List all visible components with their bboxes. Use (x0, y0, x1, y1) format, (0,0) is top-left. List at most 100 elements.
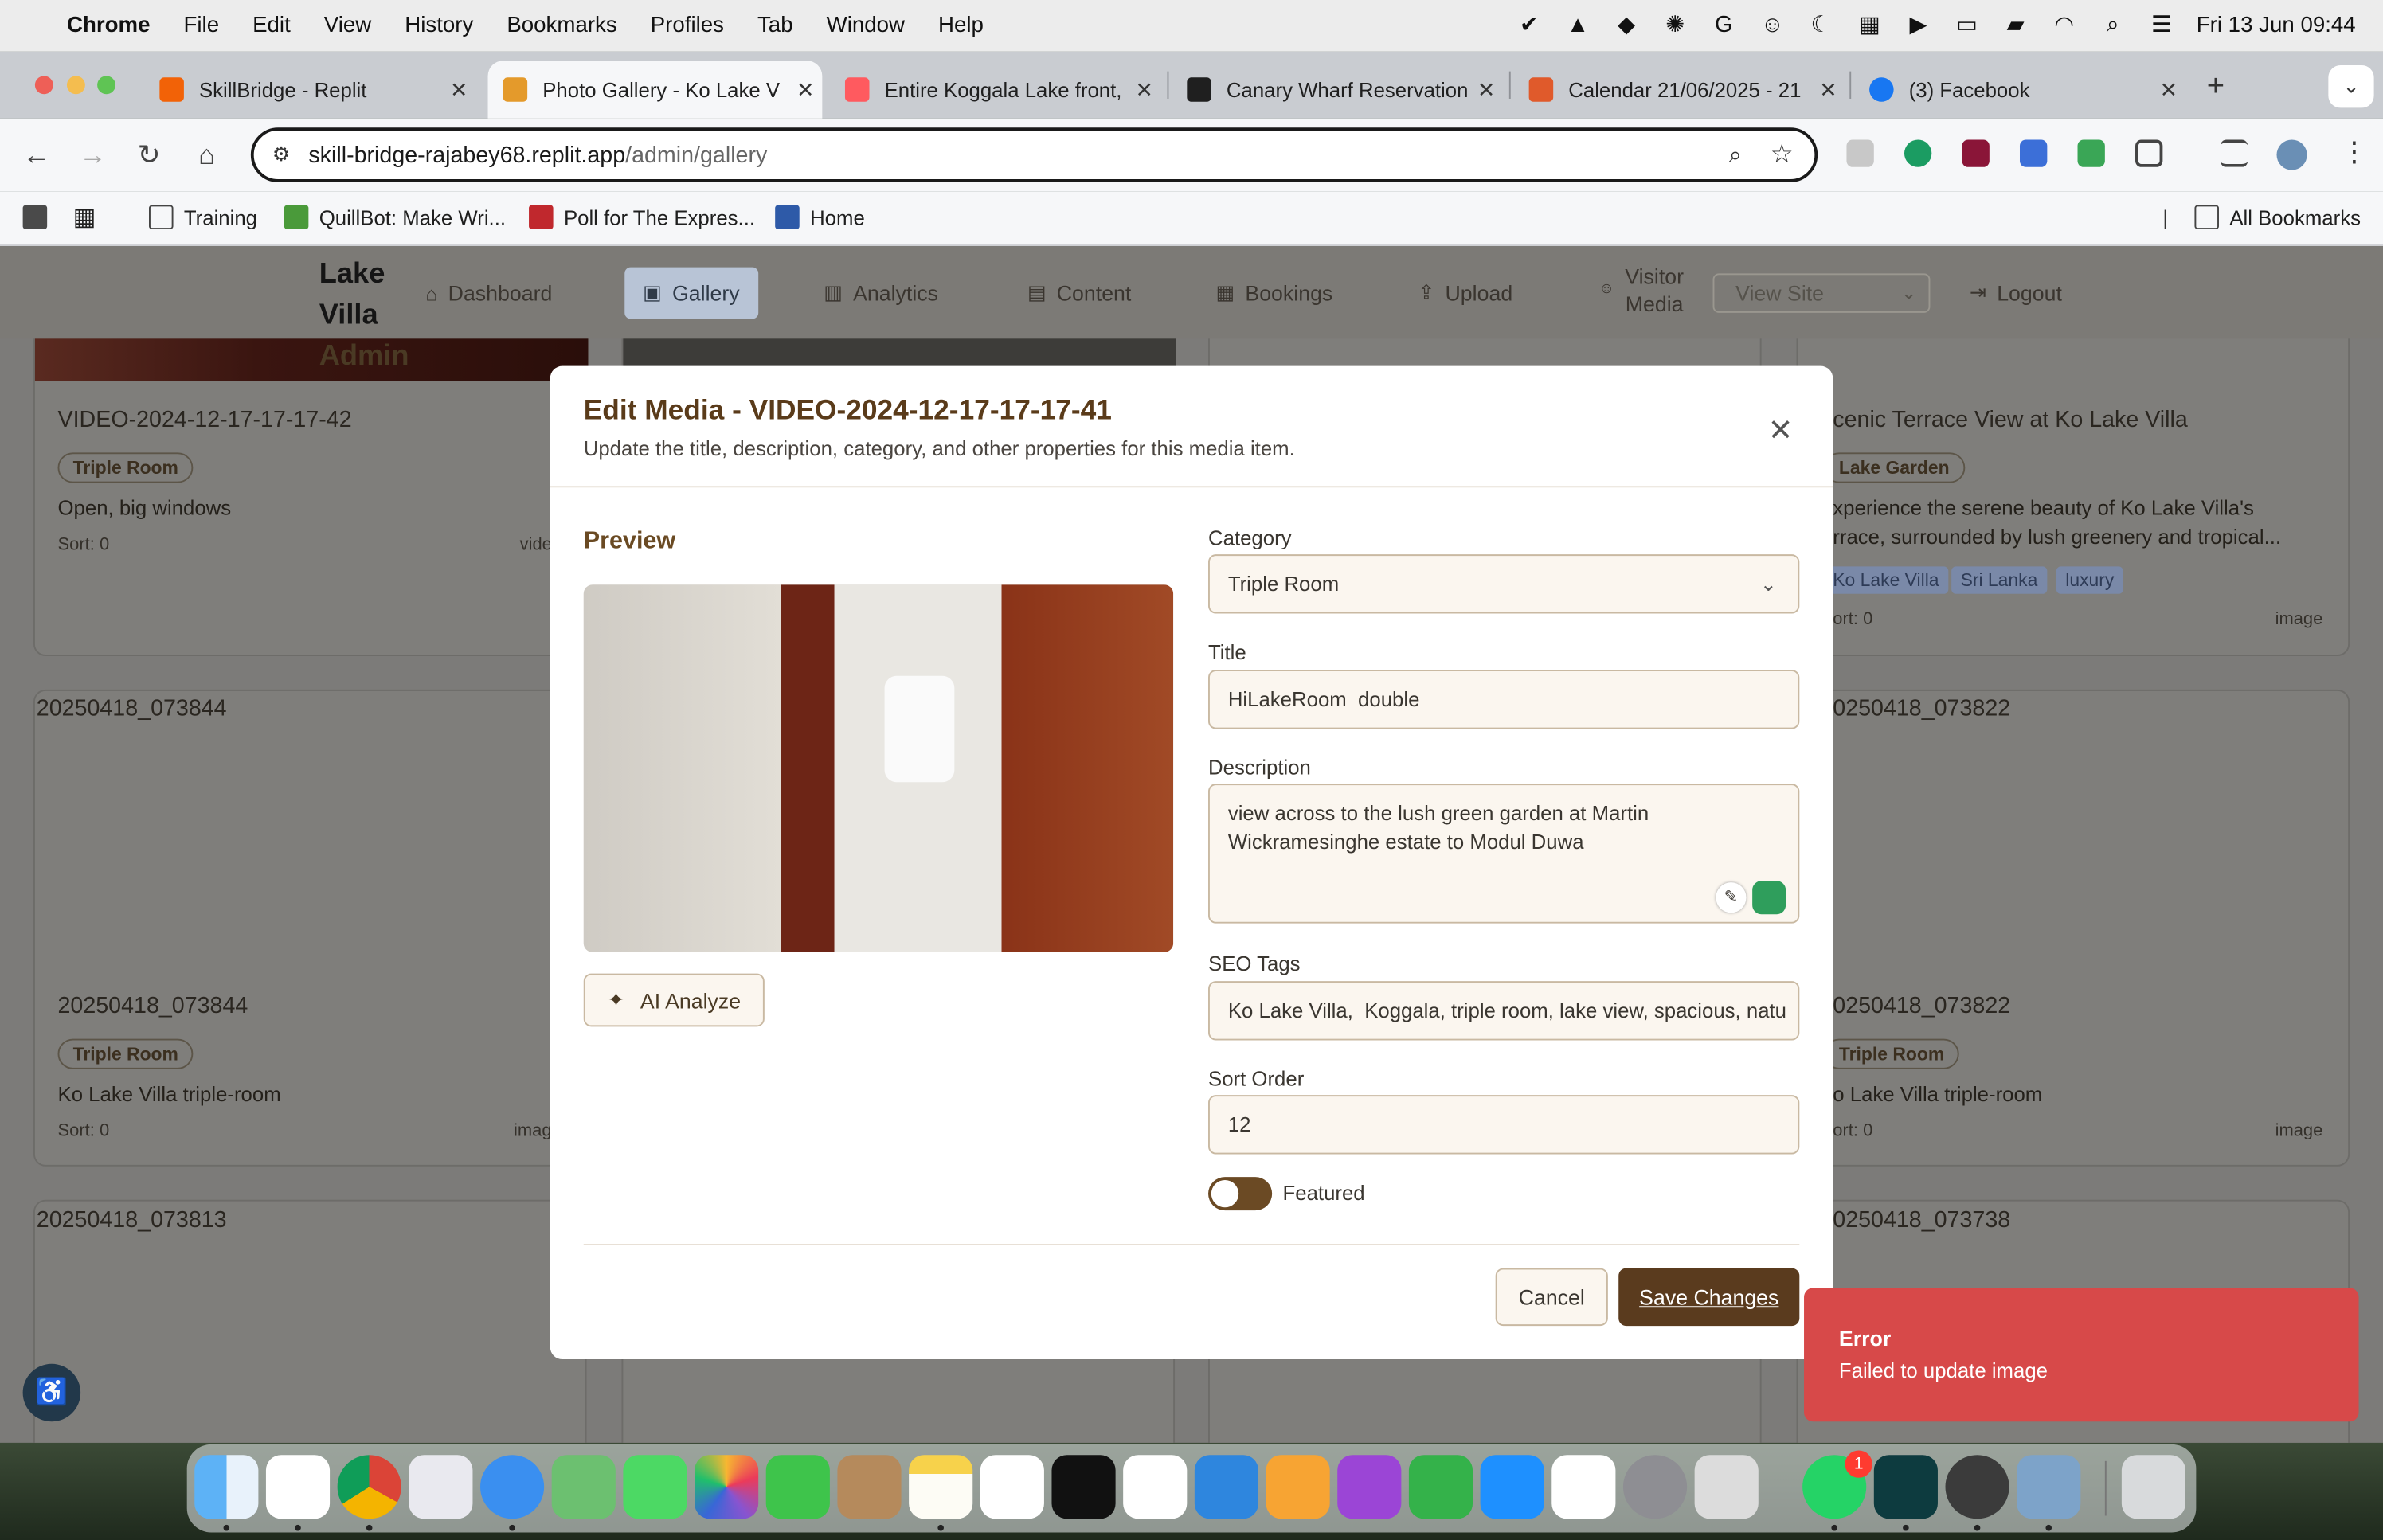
menubar-clock[interactable]: Fri 13 Jun 09:44 (2197, 14, 2356, 38)
nav-upload[interactable]: ⇪ Upload (1418, 268, 1512, 319)
contacts-icon[interactable] (837, 1455, 902, 1519)
menu-help[interactable]: Help (938, 14, 984, 38)
close-icon[interactable]: ✕ (1768, 412, 1794, 450)
home-icon[interactable]: ⌂ (189, 137, 225, 174)
title-input[interactable]: HiLakeRoom double (1208, 670, 1800, 729)
user-tray-icon[interactable]: ☺ (1759, 12, 1786, 39)
menu-profiles[interactable]: Profiles (651, 14, 724, 38)
apps-grid-icon[interactable]: ▦ (73, 191, 96, 243)
menu-view[interactable]: View (324, 14, 371, 38)
menu-window[interactable]: Window (827, 14, 905, 38)
tab-koggala-lake[interactable]: Entire Koggala Lake front, ✕ (830, 61, 1161, 118)
pen-icon[interactable]: ✎ (1716, 882, 1747, 913)
apple-tv-icon[interactable] (1051, 1455, 1116, 1519)
extension-icon[interactable] (1846, 139, 1874, 167)
close-tab-icon[interactable]: ✕ (442, 76, 475, 102)
tab-calendar[interactable]: Calendar 21/06/2025 - 21 ✕ (1514, 61, 1845, 118)
finder-icon[interactable] (194, 1455, 259, 1519)
sort-order-input[interactable]: 12 (1208, 1095, 1800, 1155)
menu-edit[interactable]: Edit (252, 14, 291, 38)
gallery-card[interactable] (33, 1199, 587, 1443)
grammarly-icon[interactable]: G (1710, 12, 1737, 39)
chatgpt-icon[interactable] (265, 1455, 331, 1519)
keynote-icon[interactable] (1194, 1455, 1258, 1519)
menu-file[interactable]: File (184, 14, 220, 38)
tab-search-button[interactable]: ⌄ (2328, 65, 2374, 108)
all-bookmarks[interactable]: All Bookmarks (2194, 191, 2361, 243)
battery-icon[interactable]: ▰ (2001, 12, 2029, 39)
cancel-button[interactable]: Cancel (1495, 1268, 1608, 1327)
launchpad-icon[interactable] (409, 1455, 473, 1519)
podcasts-icon[interactable] (1337, 1455, 1402, 1519)
pages-icon[interactable] (1266, 1455, 1330, 1519)
freeform-icon[interactable] (1551, 1455, 1616, 1519)
chrome-menu-icon[interactable]: ⋮ (2341, 137, 2368, 169)
nav-bookings[interactable]: ▦ Bookings (1216, 268, 1333, 319)
control-center-icon[interactable]: ☰ (2148, 12, 2175, 39)
site-settings-icon[interactable]: ⚙ (254, 143, 309, 167)
zoom-icon[interactable]: ⌕ (1729, 142, 1742, 167)
forward-arrow-icon[interactable]: → (75, 137, 112, 174)
trash-icon[interactable] (2121, 1455, 2185, 1519)
app-store-icon[interactable] (1480, 1455, 1544, 1519)
reading-list-icon[interactable] (2220, 139, 2248, 167)
grammarly-extension-icon[interactable] (1904, 139, 1932, 167)
preview-icon[interactable] (2017, 1455, 2081, 1519)
puzzle-extensions-icon[interactable] (2135, 139, 2163, 167)
nav-logout[interactable]: ⇥ Logout (1970, 268, 2062, 319)
translate-extension-icon[interactable] (2019, 139, 2048, 167)
safari-icon[interactable] (479, 1455, 545, 1519)
bookmark-app-icon[interactable] (22, 191, 58, 243)
drive-icon[interactable]: ▲ (1564, 12, 1591, 39)
bookmark-training[interactable]: Training (149, 191, 257, 243)
menu-tab[interactable]: Tab (757, 14, 793, 38)
description-textarea[interactable]: view across to the lush green garden at … (1208, 784, 1800, 924)
accessibility-button[interactable]: ♿ (22, 1363, 81, 1422)
numbers-icon[interactable] (1408, 1455, 1473, 1519)
bookmark-quillbot[interactable]: QuillBot: Make Wri... (284, 191, 506, 243)
bookmark-star-icon[interactable]: ☆ (1771, 139, 1794, 170)
photos-icon[interactable] (695, 1455, 759, 1519)
checkmark-circle-icon[interactable]: ✔ (1516, 12, 1543, 39)
save-changes-button[interactable]: Save Changes (1618, 1268, 1800, 1327)
seo-tags-input[interactable]: Ko Lake Villa, Koggala, triple room, lak… (1208, 981, 1800, 1041)
t-extension-icon[interactable] (1962, 139, 1990, 167)
system-settings-icon[interactable] (1622, 1455, 1688, 1519)
sheets-extension-icon[interactable] (2077, 139, 2105, 167)
bookmark-home[interactable]: Home (775, 191, 865, 243)
iphone-mirroring-icon[interactable] (1694, 1455, 1759, 1519)
close-tab-icon[interactable]: ✕ (788, 76, 822, 102)
nav-content[interactable]: ▤ Content (1027, 268, 1131, 319)
reload-icon[interactable]: ↻ (131, 137, 167, 174)
dropbox-icon[interactable]: ◆ (1613, 12, 1640, 39)
news-icon[interactable] (1123, 1455, 1188, 1519)
reminders-icon[interactable] (980, 1455, 1044, 1519)
minimize-window-button[interactable] (66, 76, 85, 95)
category-select[interactable]: Triple Room ⌄ (1208, 554, 1800, 614)
moon-icon[interactable]: ☾ (1807, 12, 1834, 39)
profile-avatar[interactable] (2276, 139, 2307, 170)
address-bar[interactable]: ⚙ skill-bridge-rajabey68.replit.app/admi… (250, 127, 1818, 182)
new-tab-button[interactable]: + (2207, 70, 2225, 105)
tab-skillbridge[interactable]: SkillBridge - Replit ✕ (144, 61, 475, 118)
featured-toggle[interactable] (1208, 1177, 1273, 1211)
spotlight-search-icon[interactable]: ⌕ (2099, 12, 2127, 39)
bookmark-poll[interactable]: Poll for The Expres... (529, 191, 755, 243)
close-tab-icon[interactable]: ✕ (1812, 76, 1845, 102)
ai-analyze-button[interactable]: ✦ AI Analyze (583, 973, 765, 1027)
nav-analytics[interactable]: ▥ Analytics (824, 268, 938, 319)
tab-canary-wharf[interactable]: Canary Wharf Reservation ✕ (1172, 61, 1503, 118)
quicktime-icon[interactable] (1945, 1455, 2009, 1519)
view-site-select[interactable]: View Site ⌄ (1712, 273, 1931, 313)
chrome-icon[interactable] (337, 1455, 401, 1519)
menu-app-name[interactable]: Chrome (67, 14, 151, 38)
back-arrow-icon[interactable]: ← (18, 137, 55, 174)
openai-icon[interactable]: ✺ (1661, 12, 1688, 39)
error-toast[interactable]: Error Failed to update image (1804, 1288, 2359, 1422)
perplexity-icon[interactable] (1873, 1455, 1938, 1519)
maps-icon[interactable] (551, 1455, 616, 1519)
close-tab-icon[interactable]: ✕ (1469, 76, 1503, 102)
wifi-icon[interactable]: ◠ (2051, 12, 2078, 39)
menu-history[interactable]: History (405, 14, 473, 38)
nav-visitor-media[interactable]: ☺ Visitor Media (1598, 264, 1684, 316)
